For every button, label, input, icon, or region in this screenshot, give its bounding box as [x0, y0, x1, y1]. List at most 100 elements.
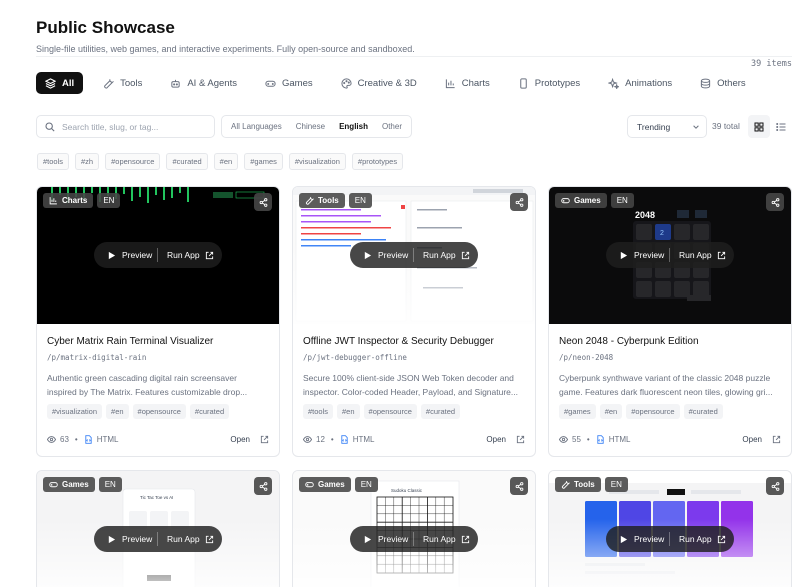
share-button[interactable] — [510, 193, 528, 211]
card-tag[interactable]: #opensource — [363, 404, 417, 419]
open-link[interactable]: Open — [486, 435, 525, 444]
run-app-label: Run App — [167, 250, 200, 260]
card-tag[interactable]: #curated — [683, 404, 723, 419]
card-tag[interactable]: #en — [337, 404, 360, 419]
run-app-button[interactable]: Run App — [158, 534, 214, 544]
palette-icon — [341, 77, 352, 89]
card-tag[interactable]: #opensource — [626, 404, 680, 419]
tab-all[interactable]: All — [36, 72, 84, 94]
search-input[interactable]: Search title, slug, or tag... — [36, 115, 215, 138]
open-link[interactable]: Open — [230, 435, 269, 444]
project-card[interactable]: Tools EN Preview Run App Offline JWT Ins… — [292, 186, 536, 457]
preview-button[interactable]: Preview — [350, 250, 413, 260]
tag-filter[interactable]: #visualization — [288, 153, 346, 170]
run-app-button[interactable]: Run App — [414, 250, 470, 260]
tag-filter[interactable]: #opensource — [105, 153, 161, 170]
language-option-active[interactable]: English — [332, 122, 375, 131]
run-app-button[interactable]: Run App — [414, 534, 470, 544]
preview-button[interactable]: Preview — [94, 534, 157, 544]
run-app-button[interactable]: Run App — [670, 534, 726, 544]
language-badge: EN — [348, 193, 372, 208]
sort-select[interactable]: Trending — [627, 115, 707, 138]
tab-games[interactable]: Games — [257, 72, 321, 94]
tab-animations[interactable]: Animations — [600, 72, 680, 94]
tab-ai-agents[interactable]: AI & Agents — [162, 72, 245, 94]
share-button[interactable] — [766, 193, 784, 211]
card-title[interactable]: Cyber Matrix Rain Terminal Visualizer — [47, 336, 269, 347]
project-card[interactable]: 2048 2 Games EN Preview Run App Neon 204… — [548, 186, 792, 457]
tag-filter[interactable]: #games — [244, 153, 283, 170]
share-icon — [515, 197, 523, 207]
project-card[interactable]: Tools EN Preview Run App — [548, 470, 792, 587]
card-thumbnail[interactable]: Tools EN Preview Run App — [293, 187, 535, 324]
preview-label: Preview — [634, 534, 665, 544]
card-thumbnail[interactable]: 2048 2 Games EN Preview Run App — [549, 187, 791, 324]
card-tag[interactable]: #opensource — [132, 404, 186, 419]
card-thumbnail[interactable]: Sudoku Classic Games EN Preview Run App — [293, 471, 535, 587]
card-tag[interactable]: #tools — [303, 404, 334, 419]
preview-button[interactable]: Preview — [606, 534, 669, 544]
preview-button[interactable]: Preview — [94, 250, 157, 260]
tab-creative-3d[interactable]: Creative & 3D — [333, 72, 425, 94]
gamepad-icon — [265, 80, 276, 87]
language-option[interactable]: All Languages — [224, 122, 289, 131]
tag-filter[interactable]: #en — [213, 153, 239, 170]
project-card[interactable]: Tic Tac Toe vs AI Games EN Preview Run A… — [36, 470, 280, 587]
tag-filter[interactable]: #tools — [37, 153, 70, 170]
tag-filter-bar: #tools #zh #opensource #curated #en #gam… — [37, 153, 404, 170]
category-label: Games — [62, 480, 89, 489]
card-tag[interactable]: #curated — [189, 404, 230, 419]
external-link-icon — [260, 435, 269, 444]
language-option[interactable]: Chinese — [289, 122, 332, 131]
category-label: Games — [318, 480, 345, 489]
language-option[interactable]: Other — [375, 122, 409, 131]
card-slug: /p/matrix-digital-rain — [47, 353, 147, 362]
tab-prototypes[interactable]: Prototypes — [510, 72, 588, 94]
language-badge: EN — [610, 193, 634, 208]
tag-filter[interactable]: #prototypes — [351, 153, 404, 170]
tab-charts[interactable]: Charts — [437, 72, 498, 94]
tab-label: All — [62, 77, 75, 89]
tab-others[interactable]: Others — [692, 72, 754, 94]
language-badge: EN — [98, 477, 122, 492]
play-icon — [364, 535, 372, 543]
card-tag[interactable]: #en — [599, 404, 623, 419]
tag-filter[interactable]: #curated — [166, 153, 208, 170]
card-tag[interactable]: #games — [559, 404, 596, 419]
run-app-button[interactable]: Run App — [670, 250, 726, 260]
open-link[interactable]: Open — [742, 435, 781, 444]
view-count: 12 — [303, 435, 325, 444]
run-app-label: Run App — [423, 534, 456, 544]
card-title[interactable]: Offline JWT Inspector & Security Debugge… — [303, 336, 525, 347]
eye-icon — [303, 436, 312, 443]
project-card[interactable]: Charts EN Preview Run App Cyber Matrix R… — [36, 186, 280, 457]
tag-filter[interactable]: #zh — [75, 153, 100, 170]
card-title[interactable]: Neon 2048 - Cyberpunk Edition — [559, 336, 781, 347]
project-card[interactable]: Sudoku Classic Games EN Preview Run App — [292, 470, 536, 587]
share-button[interactable] — [254, 477, 272, 495]
card-tag[interactable]: #en — [106, 404, 129, 419]
preview-button[interactable]: Preview — [606, 250, 669, 260]
phone-icon — [519, 77, 527, 89]
share-button[interactable] — [510, 477, 528, 495]
eye-icon — [559, 436, 568, 443]
game-title-tictactoe: Tic Tac Toe vs AI — [140, 495, 173, 500]
header-divider — [36, 56, 792, 57]
card-thumbnail[interactable]: Charts EN Preview Run App — [37, 187, 279, 324]
grid-view-button[interactable] — [748, 115, 770, 138]
separator-dot: • — [330, 435, 334, 444]
share-button[interactable] — [766, 477, 784, 495]
run-app-button[interactable]: Run App — [158, 250, 214, 260]
share-button[interactable] — [254, 193, 272, 211]
list-icon — [776, 122, 786, 131]
tab-tools[interactable]: Tools — [95, 72, 150, 94]
card-thumbnail[interactable]: Tools EN Preview Run App — [549, 471, 791, 587]
card-description: Cyberpunk synthwave variant of the class… — [559, 373, 773, 397]
preview-button[interactable]: Preview — [350, 534, 413, 544]
list-view-button[interactable] — [770, 115, 792, 138]
preview-actions: Preview Run App — [350, 526, 478, 552]
total-count: 39 total — [712, 121, 740, 131]
card-tag[interactable]: #visualization — [47, 404, 103, 419]
card-tag[interactable]: #curated — [420, 404, 461, 419]
card-thumbnail[interactable]: Tic Tac Toe vs AI Games EN Preview Run A… — [37, 471, 279, 587]
